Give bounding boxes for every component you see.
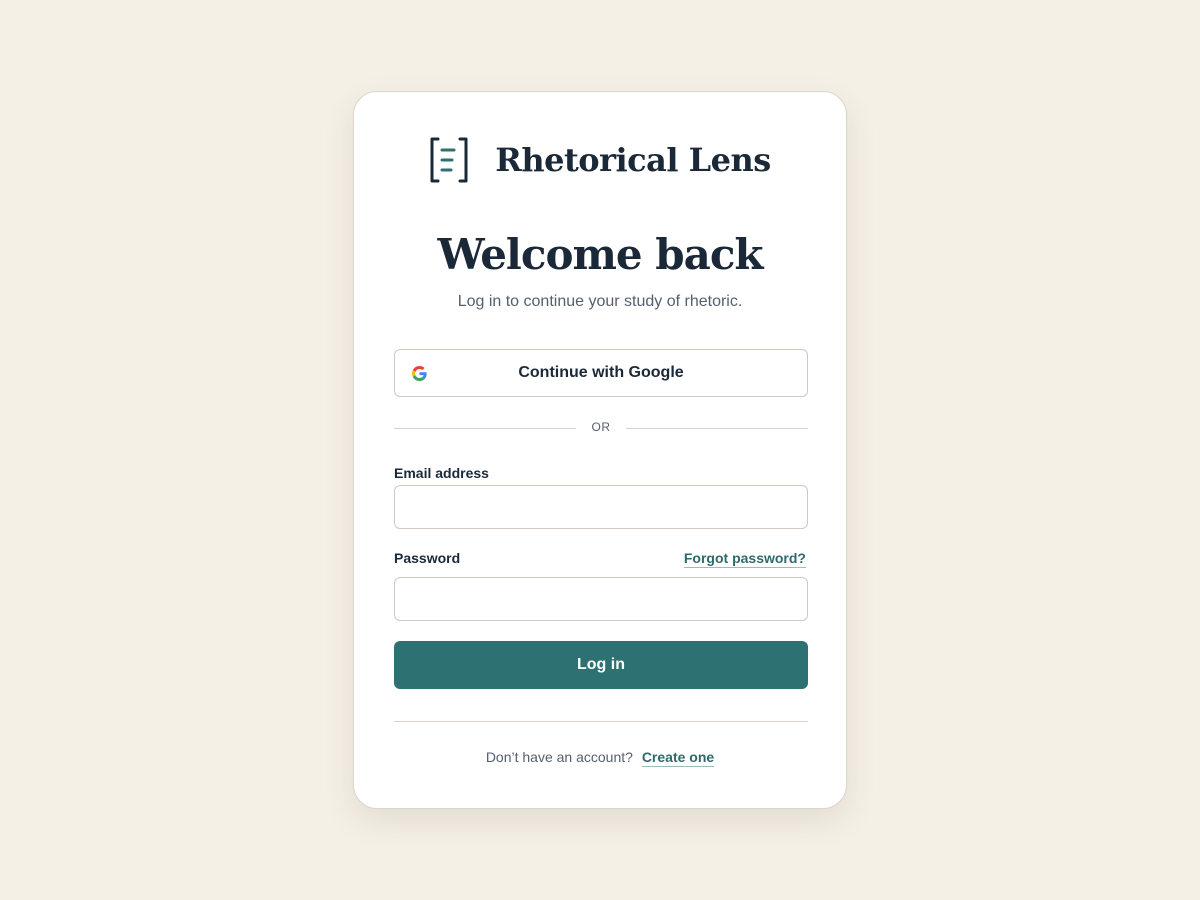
google-g-icon	[412, 366, 427, 381]
or-divider: OR	[394, 419, 808, 437]
forgot-password-link[interactable]: Forgot password?	[683, 550, 806, 568]
signup-prompt: Don’t have an account? Create one	[354, 749, 846, 767]
email-label: Email address	[394, 465, 489, 481]
create-account-link[interactable]: Create one	[641, 749, 715, 767]
page-subtitle: Log in to continue your study of rhetori…	[457, 293, 743, 310]
continue-with-google-button[interactable]: Continue with Google	[394, 349, 808, 397]
document-bracket-icon	[430, 137, 468, 183]
page-title: Welcome back	[437, 230, 763, 279]
log-in-button[interactable]: Log in	[394, 641, 808, 689]
signup-prompt-text: Don’t have an account?	[485, 749, 633, 765]
password-label: Password	[394, 550, 461, 566]
brand: Rhetorical Lens	[354, 136, 846, 184]
login-card: Rhetorical Lens Welcome back Log in to c…	[353, 91, 847, 809]
email-input[interactable]	[394, 485, 808, 529]
google-button-label: Continue with Google	[518, 364, 684, 381]
footer-separator	[394, 721, 808, 722]
brand-name: Rhetorical Lens	[495, 141, 771, 179]
password-input[interactable]	[394, 577, 808, 621]
divider-line-right	[626, 428, 808, 429]
divider-label: OR	[591, 420, 611, 434]
